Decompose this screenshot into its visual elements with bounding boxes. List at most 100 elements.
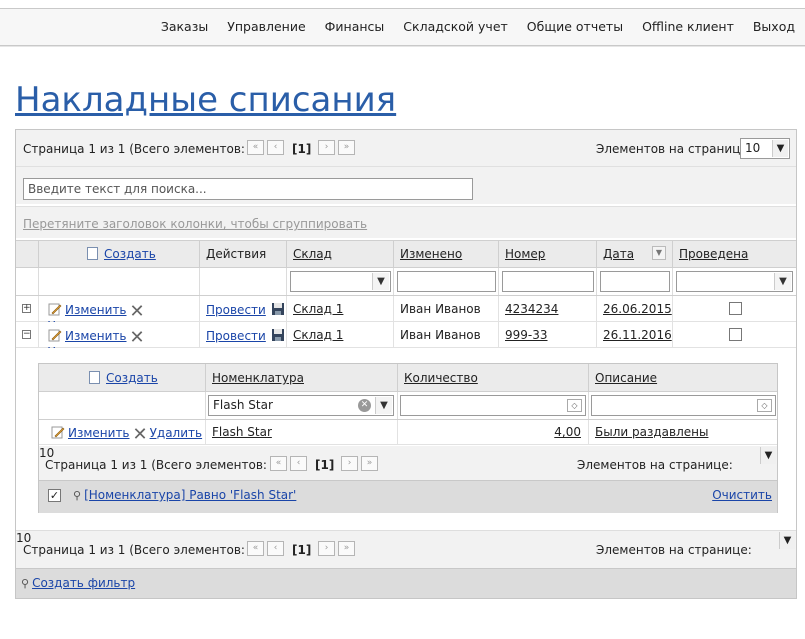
page-title[interactable]: Накладные списания <box>15 80 396 120</box>
clear-filter-link[interactable]: Очистить <box>712 488 772 502</box>
post-link[interactable]: Провести <box>206 329 266 343</box>
save-icon[interactable] <box>271 328 285 342</box>
prev-page-icon[interactable]: ‹ <box>290 456 307 471</box>
header-actions: Действия <box>199 241 286 267</box>
first-page-icon[interactable]: « <box>270 456 287 471</box>
pager-nav-last: › » <box>318 140 358 155</box>
save-icon[interactable] <box>271 302 285 316</box>
menu-finance[interactable]: Финансы <box>325 19 385 34</box>
chevron-down-icon[interactable]: ▼ <box>760 447 776 464</box>
prev-page-icon[interactable]: ‹ <box>267 541 284 556</box>
next-page-icon[interactable]: › <box>318 541 335 556</box>
posted-checkbox[interactable] <box>729 328 742 341</box>
pager-current-page: [1] <box>292 142 312 156</box>
next-page-icon[interactable]: › <box>318 140 335 155</box>
chevron-down-icon[interactable]: ▼ <box>372 273 389 290</box>
last-page-icon[interactable]: » <box>361 456 378 471</box>
detail-cell-description: Были раздавлены <box>588 420 779 445</box>
table-row: − Изменить✕Удалить Провести Склад 1 Иван… <box>16 322 798 359</box>
description-filter[interactable]: ◇ <box>591 395 776 416</box>
search-input[interactable]: Введите текст для поиска... <box>23 178 473 200</box>
delete-icon[interactable]: ✕ <box>130 303 145 321</box>
first-page-icon[interactable]: « <box>247 140 264 155</box>
header-warehouse[interactable]: Склад <box>286 241 393 267</box>
create-link[interactable]: Создать <box>104 247 156 261</box>
cell-date: 26.06.2015 <box>596 296 672 322</box>
menu-warehouse[interactable]: Складской учет <box>403 19 508 34</box>
detail-row: Создать Номенклатура Количество Описание… <box>16 348 796 528</box>
clear-icon[interactable]: ✕ <box>358 399 371 412</box>
nomenclature-filter[interactable]: Flash Star ✕ ▼ <box>208 395 394 416</box>
chevron-down-icon[interactable]: ▼ <box>772 140 788 157</box>
menu-orders[interactable]: Заказы <box>161 19 208 34</box>
cell-posted <box>672 296 798 322</box>
modified-filter[interactable] <box>397 271 496 292</box>
grid-header: Создать Действия Склад Изменено Номер Да… <box>16 240 796 268</box>
pager-info: Страница 1 из 1 (Всего элементов: 2) <box>23 142 262 156</box>
last-page-icon[interactable]: » <box>338 140 355 155</box>
top-menu-bar: Заказы Управление Финансы Складской учет… <box>0 8 805 46</box>
menu-reports[interactable]: Общие отчеты <box>527 19 623 34</box>
cell-modified: Иван Иванов <box>393 322 498 348</box>
chevron-down-icon[interactable]: ▼ <box>774 273 791 290</box>
delete-icon[interactable]: ✕ <box>130 329 145 347</box>
top-divider <box>0 46 805 47</box>
search-area: Введите текст для поиска... <box>16 166 796 204</box>
header-modified[interactable]: Изменено <box>393 241 498 267</box>
post-link[interactable]: Провести <box>206 303 266 317</box>
header-date[interactable]: Дата ▼ <box>596 241 672 267</box>
table-row: + Изменить✕Удалить Провести Склад 1 Иван… <box>16 296 798 333</box>
new-doc-icon <box>87 247 98 260</box>
row-actions: Изменить✕Удалить <box>38 296 199 333</box>
writeoff-grid: Страница 1 из 1 (Всего элементов: 2) « ‹… <box>15 129 797 599</box>
detail-create-link[interactable]: Создать <box>106 371 158 385</box>
prev-page-icon[interactable]: ‹ <box>267 140 284 155</box>
chevron-down-icon[interactable]: ▼ <box>375 397 392 414</box>
top-pager: Страница 1 из 1 (Всего элементов: 2) « ‹… <box>16 130 796 166</box>
header-posted[interactable]: Проведена <box>672 241 798 267</box>
last-page-icon[interactable]: » <box>338 541 355 556</box>
row-actions: Изменить✕Удалить <box>38 322 199 359</box>
spin-icon[interactable]: ◇ <box>567 399 582 412</box>
chevron-down-icon[interactable]: ▼ <box>779 532 795 549</box>
next-page-icon[interactable]: › <box>341 456 358 471</box>
menu-logout[interactable]: Выход <box>753 19 795 34</box>
menu-management[interactable]: Управление <box>227 19 305 34</box>
delete-link[interactable]: Удалить <box>150 426 203 440</box>
filter-enabled-checkbox[interactable]: ✓ <box>48 489 61 502</box>
number-filter[interactable] <box>502 271 594 292</box>
delete-icon[interactable]: ✕ <box>133 426 148 444</box>
sort-down-icon[interactable]: ▼ <box>652 246 666 260</box>
posted-filter[interactable]: ▼ <box>676 271 793 292</box>
menu-offline-client[interactable]: Offline клиент <box>642 19 734 34</box>
first-page-icon[interactable]: « <box>247 541 264 556</box>
detail-filter-bar: ✓ ⚲ [Номенклатура] Равно 'Flash Star' Очи… <box>39 480 777 513</box>
funnel-icon: ⚲ <box>21 577 30 590</box>
date-filter[interactable] <box>600 271 670 292</box>
page-size-select[interactable]: 10 ▼ <box>740 138 790 159</box>
detail-header: Создать Номенклатура Количество Описание <box>39 364 777 392</box>
header-number[interactable]: Номер <box>498 241 596 267</box>
create-filter-link[interactable]: Создать фильтр <box>32 576 135 590</box>
pencil-icon <box>48 303 62 316</box>
collapse-icon[interactable]: − <box>22 330 31 339</box>
active-filter-link[interactable]: [Номенклатура] Равно 'Flash Star' <box>84 488 296 502</box>
detail-cell-quantity: 4,00 <box>397 420 588 445</box>
filter-row: ▼ ▼ <box>16 268 796 296</box>
edit-link[interactable]: Изменить <box>68 426 130 440</box>
pencil-icon <box>48 329 62 342</box>
edit-link[interactable]: Изменить <box>65 303 127 317</box>
spin-icon[interactable]: ◇ <box>757 399 772 412</box>
detail-table-row: Изменить ✕ Удалить Flash Star 4,00 Были ра… <box>39 420 777 445</box>
posted-checkbox[interactable] <box>729 302 742 315</box>
warehouse-filter[interactable]: ▼ <box>290 271 391 292</box>
detail-header-quantity[interactable]: Количество <box>397 364 588 391</box>
expand-icon[interactable]: + <box>22 304 31 313</box>
edit-link[interactable]: Изменить <box>65 329 127 343</box>
detail-header-nomenclature[interactable]: Номенклатура <box>205 364 397 391</box>
detail-header-description[interactable]: Описание <box>588 364 779 391</box>
cell-posted <box>672 322 798 348</box>
page-size-label: Элементов на странице: <box>596 543 752 557</box>
quantity-filter[interactable]: ◇ <box>400 395 586 416</box>
cell-date: 26.11.2016 <box>596 322 672 348</box>
